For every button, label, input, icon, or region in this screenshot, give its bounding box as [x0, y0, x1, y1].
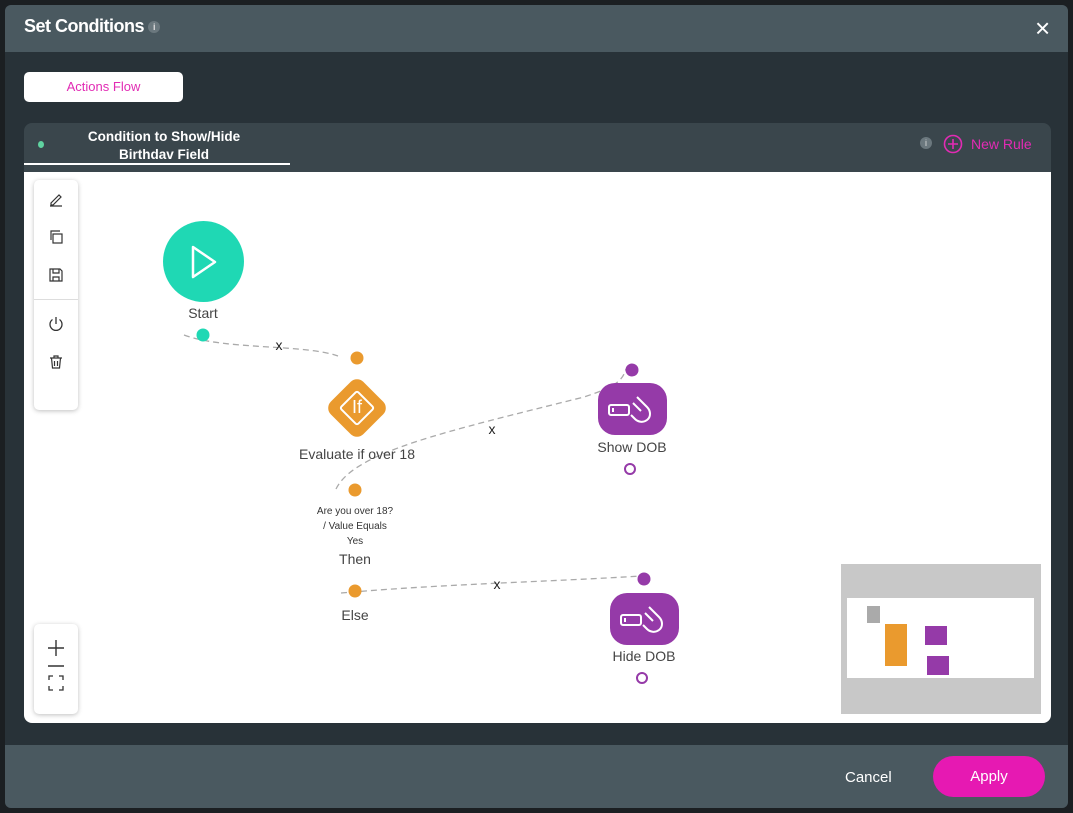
minimap-node [925, 626, 947, 645]
hide-input-port[interactable] [637, 572, 651, 586]
condition-text: Yes [346, 536, 364, 547]
evaluate-input-port[interactable] [350, 351, 364, 365]
start-label: Start [188, 305, 218, 321]
show-dob-label: Show DOB [597, 439, 667, 455]
edge-delete-x[interactable]: x [276, 337, 283, 353]
new-rule-button[interactable]: New Rule [943, 134, 1032, 154]
new-rule-label: New Rule [971, 136, 1032, 152]
toggle-hand-icon [607, 396, 651, 423]
dialog-header: Set Conditions i × [5, 5, 1068, 52]
dialog-footer: Cancel Apply [5, 745, 1068, 808]
edge-delete-x[interactable]: x [494, 576, 501, 592]
start-output-port[interactable] [196, 328, 210, 342]
then-output-port[interactable] [348, 483, 362, 497]
condition-text: Are you over 18? [316, 506, 394, 517]
status-dot [38, 141, 44, 148]
plus-circle-icon [943, 134, 963, 154]
edge-then-show [335, 368, 627, 490]
info-icon[interactable]: i [148, 21, 160, 34]
cancel-button[interactable]: Cancel [845, 769, 892, 786]
then-label: Then [339, 551, 371, 567]
toggle-hand-icon [619, 606, 663, 633]
edge-delete-x[interactable]: x [489, 421, 496, 437]
tab-condition-rule[interactable]: Condition to Show/Hide Birthdav Field [24, 123, 290, 165]
show-input-port[interactable] [625, 363, 639, 377]
hide-dob-node[interactable] [610, 593, 679, 645]
evaluate-label: Evaluate if over 18 [299, 446, 415, 462]
minimap[interactable] [841, 564, 1041, 714]
show-dob-node[interactable] [598, 383, 667, 435]
condition-text: / Value Equals [323, 521, 387, 532]
actions-flow-button[interactable]: Actions Flow [24, 72, 183, 102]
dialog-title: Set Conditions [24, 16, 145, 36]
zoom-controls [34, 624, 78, 714]
else-label: Else [341, 607, 369, 623]
play-icon [191, 245, 216, 278]
edit-icon[interactable] [34, 180, 78, 218]
hide-dob-label: Hide DOB [612, 648, 676, 664]
flow-canvas[interactable]: x x x Start If Evaluate if over 18 Are y… [24, 172, 1051, 723]
fit-screen-icon[interactable] [34, 672, 78, 694]
save-icon[interactable] [34, 256, 78, 294]
set-conditions-dialog: Set Conditions i × Actions Flow Condition… [5, 5, 1068, 808]
canvas-toolbar [34, 180, 78, 410]
power-icon[interactable] [34, 305, 78, 343]
start-node[interactable] [163, 221, 244, 302]
minus-icon[interactable] [34, 660, 78, 672]
info-icon[interactable]: i [920, 137, 932, 149]
trash-icon[interactable] [34, 343, 78, 381]
minimap-node [867, 606, 880, 623]
edge-else-hide [340, 575, 642, 594]
if-icon: If [351, 397, 363, 417]
hide-output-port[interactable] [636, 672, 648, 684]
minimap-node [927, 656, 949, 675]
apply-button[interactable]: Apply [933, 756, 1045, 797]
tab-label: Condition to Show/Hide Birthdav Field [87, 129, 241, 162]
close-button[interactable]: × [1035, 13, 1050, 44]
copy-icon[interactable] [34, 218, 78, 256]
plus-icon[interactable] [34, 636, 78, 660]
minimap-node [885, 624, 907, 666]
else-output-port[interactable] [348, 584, 362, 598]
condition-summary: Are you over 18? / Value Equals Yes [317, 504, 393, 549]
rule-tab-bar: Condition to Show/Hide Birthdav Field i … [24, 123, 1051, 175]
show-output-port[interactable] [624, 463, 636, 475]
